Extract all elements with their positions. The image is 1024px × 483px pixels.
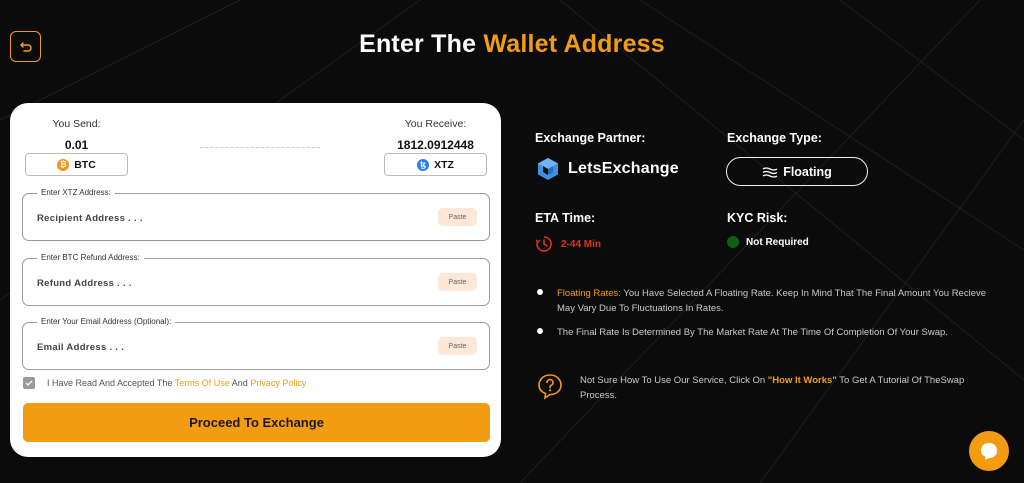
terms-text: I Have Read And Accepted The Terms Of Us…: [47, 378, 306, 388]
exchange-card: You Send: 0.01 You Receive: 1812.0912448…: [10, 103, 501, 457]
partner-logo: LetsExchange: [537, 157, 679, 181]
kyc-heading: KYC Risk:: [727, 211, 788, 225]
receive-label: You Receive:: [404, 118, 467, 130]
floating-rate-body: You Have Selected A Floating Rate. Keep …: [557, 288, 987, 314]
tezos-icon: ꜩ: [417, 158, 430, 171]
recipient-address-legend: Enter XTZ Address:: [37, 188, 115, 198]
how-it-works-link[interactable]: "How It Works": [768, 375, 837, 386]
clock-icon: [535, 236, 552, 252]
refund-address-legend: Enter BTC Refund Address:: [37, 253, 144, 263]
exchange-divider: [200, 147, 320, 148]
bitcoin-icon: ₿: [57, 158, 70, 171]
exchange-type-pill: Floating: [726, 157, 868, 186]
receive-coin-button[interactable]: ꜩ XTZ: [384, 153, 487, 176]
email-address-legend: Enter Your Email Address (Optional):: [37, 317, 176, 327]
bullet-dot: [537, 328, 543, 334]
partner-name: LetsExchange: [568, 160, 679, 177]
help-note: Not Sure How To Use Our Service, Click O…: [537, 373, 1000, 403]
receive-column: You Receive: 1812.0912448: [384, 118, 487, 152]
floating-rate-label: Floating Rates:: [557, 288, 621, 299]
refund-address-field[interactable]: Enter BTC Refund Address: Refund Address…: [22, 253, 490, 306]
help-prefix: Not Sure How To Use Our Service, Click O…: [580, 375, 766, 386]
partner-heading: Exchange Partner:: [535, 131, 646, 145]
type-heading: Exchange Type:: [727, 131, 822, 145]
chat-icon: [981, 443, 997, 460]
send-coin-label: BTC: [74, 158, 96, 171]
kyc-status-dot: [727, 236, 739, 248]
send-amount: 0.01: [64, 138, 89, 152]
check-icon: [25, 380, 33, 386]
recipient-address-field[interactable]: Enter XTZ Address: Recipient Address . .…: [22, 188, 490, 241]
question-bubble-icon: [538, 374, 562, 400]
send-label: You Send:: [52, 118, 101, 130]
bullet-dot: [537, 289, 543, 295]
proceed-button[interactable]: Proceed To Exchange: [23, 403, 490, 442]
terms-checkbox[interactable]: [23, 377, 35, 389]
terms-prefix: I Have Read And Accepted The: [47, 378, 173, 388]
chat-button[interactable]: [969, 431, 1009, 471]
refund-address-placeholder: Refund Address . . .: [37, 278, 132, 289]
send-column: You Send: 0.01: [24, 118, 129, 152]
kyc-value: Not Required: [746, 236, 809, 248]
receive-amount: 1812.0912448: [397, 138, 474, 152]
final-rate-text: The Final Rate Is Determined By The Mark…: [557, 327, 948, 338]
receive-coin-label: XTZ: [434, 158, 454, 171]
privacy-policy-link[interactable]: Privacy Policy: [250, 378, 306, 388]
eta-value: 2-44 Min: [561, 238, 602, 250]
recipient-address-placeholder: Recipient Address . . .: [37, 213, 143, 224]
page-title-accent: Wallet Address: [483, 30, 665, 58]
floating-rate-text: Floating Rates: You Have Selected A Floa…: [557, 286, 987, 316]
terms-and: And: [231, 378, 248, 388]
letsexchange-logo-icon: [538, 158, 558, 180]
page-title: Enter The Wallet Address: [0, 30, 1024, 59]
email-address-field[interactable]: Enter Your Email Address (Optional): Ema…: [22, 317, 490, 370]
eta-heading: ETA Time:: [535, 211, 596, 225]
recipient-paste-button[interactable]: Paste: [438, 208, 477, 226]
eta-row: 2-44 Min: [535, 235, 601, 253]
floating-rate-note: Floating Rates: You Have Selected A Floa…: [537, 286, 987, 316]
waves-icon: [762, 166, 778, 178]
terms-row: I Have Read And Accepted The Terms Of Us…: [23, 377, 306, 389]
help-text: Not Sure How To Use Our Service, Click O…: [580, 373, 1000, 403]
send-coin-button[interactable]: ₿ BTC: [25, 153, 128, 176]
final-rate-note: The Final Rate Is Determined By The Mark…: [537, 325, 987, 340]
refund-paste-button[interactable]: Paste: [438, 273, 477, 291]
page-title-plain: Enter The: [359, 30, 477, 58]
kyc-row: Not Required: [727, 236, 809, 248]
email-address-placeholder: Email Address . . .: [37, 342, 125, 353]
exchange-type-value: Floating: [783, 164, 832, 179]
email-paste-button[interactable]: Paste: [438, 337, 477, 355]
terms-of-use-link[interactable]: Terms Of Use: [175, 378, 230, 388]
